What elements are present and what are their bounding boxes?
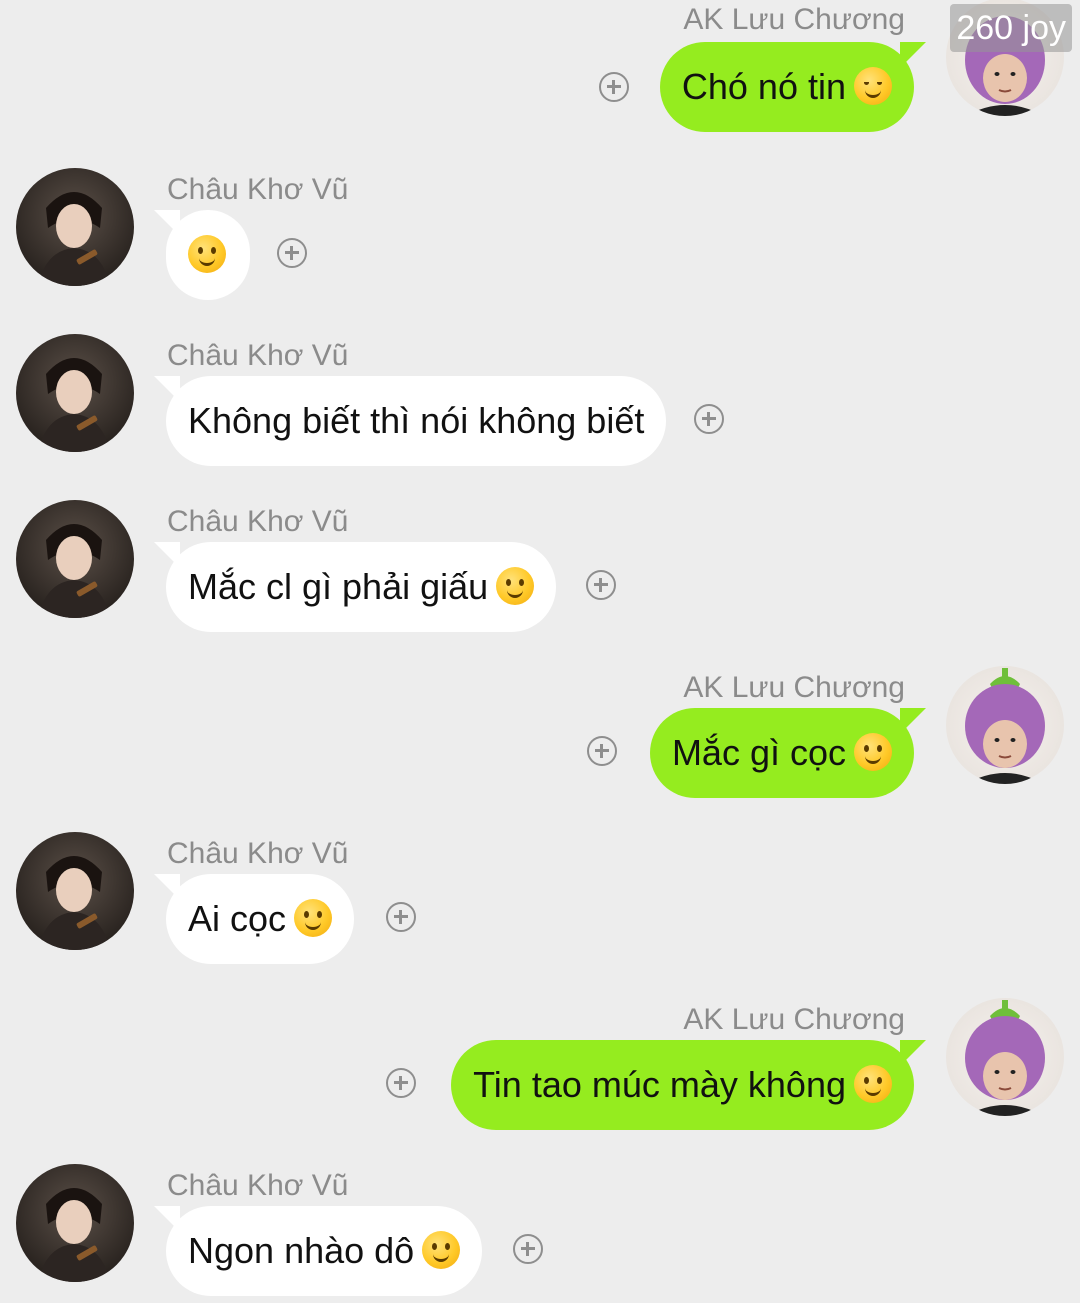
person-avatar-icon [16, 832, 134, 950]
add-reaction-icon[interactable] [386, 1068, 416, 1098]
add-reaction-icon[interactable] [513, 1234, 543, 1264]
message-bubble[interactable]: Không biết thì nói không biết [166, 376, 667, 466]
add-reaction-icon[interactable] [277, 238, 307, 268]
person-avatar-icon [16, 1164, 134, 1282]
add-reaction-icon[interactable] [694, 404, 724, 434]
sender-name: Châu Khơ Vũ [167, 339, 349, 372]
eggplant-hat-avatar-icon [946, 666, 1064, 784]
watermark-badge: 260 joy [950, 4, 1072, 52]
message-text: Ngon nhào dô [188, 1230, 415, 1271]
chat-area[interactable]: AK Lưu Chương Chó nó tin Châu Khơ Vũ Châ… [0, 0, 1080, 1303]
message-bubble[interactable] [166, 210, 250, 300]
person-avatar-icon [16, 334, 134, 452]
sender-name: Châu Khơ Vũ [167, 505, 349, 538]
message-text: Chó nó tin [681, 66, 846, 107]
sender-name: AK Lưu Chương [683, 671, 905, 704]
avatar[interactable] [16, 1164, 134, 1282]
person-avatar-icon [16, 168, 134, 286]
avatar[interactable] [16, 334, 134, 452]
slightly-smiling-face-emoji-icon [422, 1231, 461, 1270]
relieved-face-emoji-icon [854, 67, 892, 106]
slightly-smiling-face-emoji-icon [496, 567, 535, 606]
message-text: Ai cọc [188, 898, 287, 939]
add-reaction-icon[interactable] [386, 902, 416, 932]
sender-name: Châu Khơ Vũ [167, 173, 349, 206]
slightly-smiling-face-emoji-icon [854, 1065, 892, 1104]
message-bubble[interactable]: Tin tao múc mày không [451, 1040, 914, 1130]
message-bubble[interactable]: Mắc gì cọc [649, 708, 914, 798]
message-text: Tin tao múc mày không [473, 1064, 846, 1105]
add-reaction-icon[interactable] [599, 72, 629, 102]
slightly-smiling-face-emoji-icon [854, 733, 892, 772]
person-avatar-icon [16, 500, 134, 618]
avatar[interactable] [16, 500, 134, 618]
message-bubble[interactable]: Chó nó tin [659, 42, 914, 132]
avatar[interactable] [946, 666, 1064, 784]
message-text: Mắc gì cọc [671, 732, 846, 773]
message-bubble[interactable]: Mắc cl gì phải giấu [166, 542, 557, 632]
slightly-smiling-face-emoji-icon [188, 235, 226, 274]
eggplant-hat-avatar-icon [946, 998, 1064, 1116]
add-reaction-icon[interactable] [587, 736, 617, 766]
sender-name: AK Lưu Chương [683, 3, 905, 36]
sender-name: AK Lưu Chương [683, 1003, 905, 1036]
message-text: Không biết thì nói không biết [188, 400, 645, 441]
add-reaction-icon[interactable] [586, 570, 616, 600]
message-text: Mắc cl gì phải giấu [188, 566, 489, 607]
sender-name: Châu Khơ Vũ [167, 837, 349, 870]
avatar[interactable] [16, 832, 134, 950]
slightly-smiling-face-emoji-icon [294, 899, 333, 938]
sender-name: Châu Khơ Vũ [167, 1169, 349, 1202]
avatar[interactable] [946, 998, 1064, 1116]
message-bubble[interactable]: Ai cọc [166, 874, 355, 964]
avatar[interactable] [16, 168, 134, 286]
message-bubble[interactable]: Ngon nhào dô [166, 1206, 483, 1296]
